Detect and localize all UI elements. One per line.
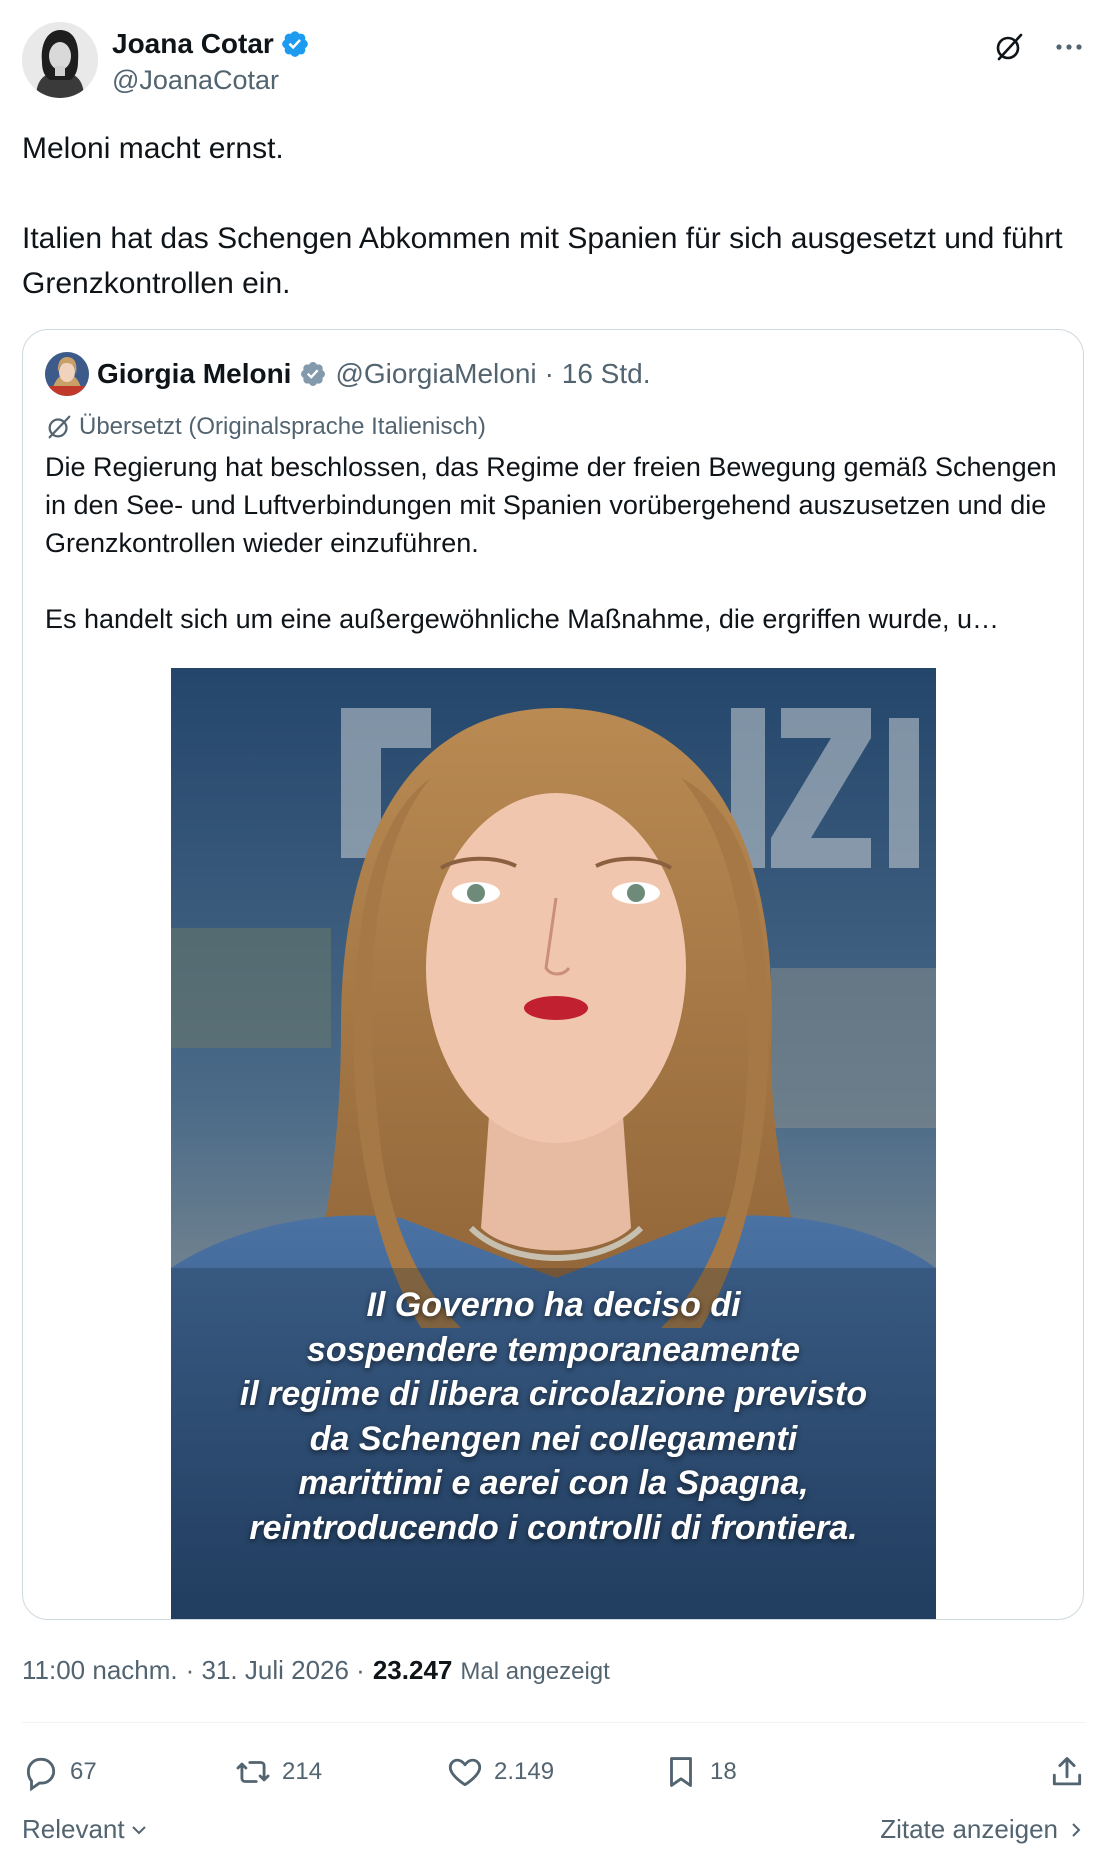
grok-icon[interactable] — [992, 30, 1026, 64]
quoted-image[interactable]: Il Governo ha deciso di sospendere tempo… — [171, 668, 936, 1619]
image-overlay-text: Il Governo ha deciso di sospendere tempo… — [171, 1283, 936, 1550]
chevron-down-icon — [131, 1825, 146, 1834]
author-handle[interactable]: @JoanaCotar — [112, 63, 310, 97]
like-button[interactable]: 2.149 — [446, 1744, 554, 1800]
author-name-text[interactable]: Joana Cotar — [112, 26, 274, 62]
bookmark-icon — [670, 1757, 692, 1787]
view-quotes-link[interactable]: Zitate anzeigen — [880, 1814, 1086, 1845]
bookmark-button[interactable]: 18 — [662, 1744, 737, 1800]
tweet-date[interactable]: · 31. Juli 2026 · — [186, 1655, 365, 1686]
tweet-header: Joana Cotar @JoanaCotar — [22, 22, 1086, 102]
sort-dropdown[interactable]: Relevant — [22, 1814, 149, 1845]
overlay-line: il regime di libera circolazione previst… — [239, 1375, 868, 1413]
repost-count: 214 — [282, 1758, 323, 1785]
translation-note-text: Übersetzt (Originalsprache Italienisch) — [79, 413, 486, 440]
overlay-line: sospendere temporaneamente — [306, 1330, 801, 1369]
verified-badge-icon — [301, 362, 326, 386]
view-count-label: Mal angezeigt — [460, 1658, 610, 1685]
quoted-author-handle[interactable]: @GiorgiaMeloni — [335, 358, 536, 390]
quoted-time[interactable]: · 16 Std. — [545, 358, 651, 390]
view-count: 23.247 — [372, 1655, 453, 1685]
heart-icon — [448, 1758, 482, 1787]
author-name[interactable]: Joana Cotar — [112, 26, 310, 62]
sort-label: Relevant — [22, 1814, 125, 1844]
overlay-line: marittimi e aerei con la Spagna, — [298, 1464, 809, 1502]
reply-count: 67 — [70, 1758, 97, 1785]
quoted-author-avatar[interactable] — [45, 352, 89, 396]
quoted-paragraph: Die Regierung hat beschlossen, das Regim… — [45, 452, 1057, 558]
overlay-line: da Schengen nei collegamenti — [309, 1419, 798, 1458]
reply-button[interactable]: 67 — [22, 1744, 97, 1800]
replies-footer: Relevant Zitate anzeigen — [22, 1810, 1086, 1850]
repost-icon — [236, 1761, 270, 1783]
share-button[interactable] — [1048, 1744, 1086, 1800]
tweet-paragraph: Meloni macht ernst. — [22, 132, 284, 165]
action-bar: 67 214 2.149 18 — [22, 1744, 1086, 1800]
tweet-time[interactable]: 11:00 nachm. — [22, 1655, 178, 1686]
tweet-paragraph: Italien hat das Schengen Abkommen mit Sp… — [22, 222, 1063, 300]
quoted-tweet[interactable]: Giorgia Meloni @GiorgiaMeloni · 16 Std. … — [22, 329, 1084, 1620]
share-icon — [1052, 1757, 1082, 1786]
translation-note[interactable]: Übersetzt (Originalsprache Italienisch) — [45, 410, 486, 444]
quoted-paragraph: Es handelt sich um eine außergewöhnliche… — [45, 604, 1000, 634]
reply-icon — [26, 1757, 56, 1791]
overlay-line: Il Governo ha deciso di — [366, 1286, 741, 1324]
quoted-author-name[interactable]: Giorgia Meloni — [97, 358, 291, 390]
view-quotes-label: Zitate anzeigen — [880, 1814, 1058, 1844]
author-avatar[interactable] — [22, 22, 98, 98]
divider — [22, 1722, 1086, 1723]
verified-badge-icon — [282, 31, 308, 57]
grok-icon — [48, 415, 71, 439]
overlay-line: reintroducendo i controlli di frontiera. — [249, 1508, 858, 1547]
quoted-text: Die Regierung hat beschlossen, das Regim… — [45, 448, 1065, 638]
repost-button[interactable]: 214 — [234, 1744, 322, 1800]
bookmark-count: 18 — [710, 1758, 737, 1785]
tweet-text: Meloni macht ernst. Italien hat das Sche… — [22, 126, 1082, 306]
more-options-icon[interactable] — [1052, 30, 1086, 64]
like-count: 2.149 — [494, 1758, 555, 1785]
chevron-right-icon — [1072, 1822, 1081, 1837]
tweet-meta: 11:00 nachm. · 31. Juli 2026 · 23.247 Ma… — [22, 1655, 610, 1686]
